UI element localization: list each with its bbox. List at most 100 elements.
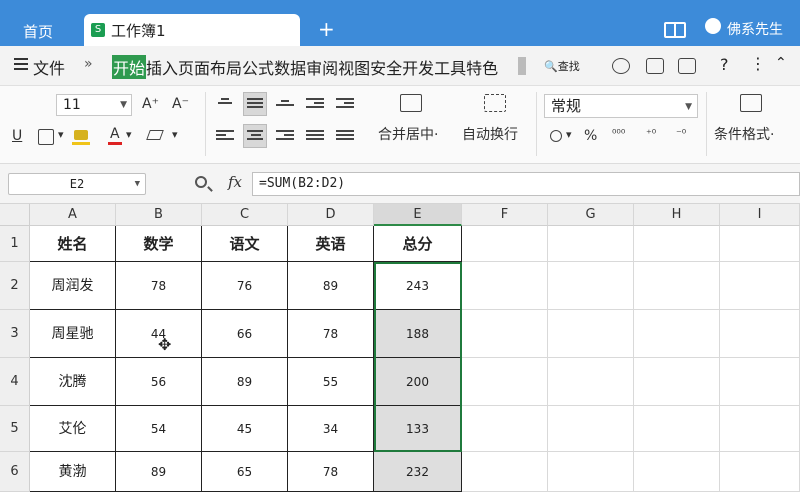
table-cell[interactable]: 78: [288, 452, 374, 492]
name-box[interactable]: E2 ▼: [8, 173, 146, 195]
table-header-cell[interactable]: 英语: [288, 226, 374, 262]
row-header-2[interactable]: 2: [0, 262, 30, 310]
thousands-icon[interactable]: ⁰⁰⁰: [612, 127, 625, 140]
tab-insert[interactable]: 插入: [146, 55, 178, 79]
table-cell[interactable]: 55: [288, 358, 374, 406]
empty-cell[interactable]: [548, 452, 634, 492]
export-icon[interactable]: [678, 58, 696, 74]
select-all-corner[interactable]: [0, 204, 30, 226]
tab-home[interactable]: 首页: [6, 18, 70, 46]
empty-cell[interactable]: [634, 262, 720, 310]
avatar[interactable]: [705, 18, 721, 34]
eraser-icon[interactable]: [146, 130, 164, 140]
align-center-icon[interactable]: [243, 124, 267, 148]
column-header-i[interactable]: I: [720, 204, 800, 226]
column-header-g[interactable]: G: [548, 204, 634, 226]
empty-cell[interactable]: [548, 310, 634, 358]
table-cell[interactable]: 89: [116, 452, 202, 492]
align-middle-icon[interactable]: [243, 92, 267, 116]
table-cell[interactable]: 54: [116, 406, 202, 452]
tab-workbook[interactable]: S 工作簿1: [84, 14, 300, 46]
indent-increase-icon[interactable]: [336, 96, 354, 112]
row-header-1[interactable]: 1: [0, 226, 30, 262]
table-cell[interactable]: 133: [374, 406, 462, 452]
column-header-e[interactable]: E: [374, 204, 462, 226]
insert-function-button[interactable]: fx: [228, 173, 242, 191]
tab-features[interactable]: 特色: [466, 55, 498, 79]
table-cell[interactable]: 黄渤: [30, 452, 116, 492]
empty-cell[interactable]: [720, 452, 800, 492]
empty-cell[interactable]: [634, 226, 720, 262]
table-cell[interactable]: 78: [288, 310, 374, 358]
empty-cell[interactable]: [462, 262, 548, 310]
empty-cell[interactable]: [462, 452, 548, 492]
empty-cell[interactable]: [720, 226, 800, 262]
table-cell[interactable]: 188: [374, 310, 462, 358]
tab-page-layout[interactable]: 页面布局: [178, 55, 242, 79]
border-icon[interactable]: [38, 129, 54, 145]
table-cell[interactable]: 56: [116, 358, 202, 406]
more-options-icon[interactable]: ⋮: [750, 54, 766, 73]
table-cell[interactable]: 65: [202, 452, 288, 492]
empty-cell[interactable]: [720, 262, 800, 310]
empty-cell[interactable]: [634, 358, 720, 406]
tab-start[interactable]: 开始: [112, 55, 147, 79]
user-name[interactable]: 佛系先生: [727, 19, 783, 39]
table-cell[interactable]: 66: [202, 310, 288, 358]
indent-decrease-icon[interactable]: [306, 96, 324, 112]
align-bottom-icon[interactable]: [276, 98, 294, 114]
empty-cell[interactable]: [462, 310, 548, 358]
table-header-cell[interactable]: 姓名: [30, 226, 116, 262]
table-cell[interactable]: 243: [374, 262, 462, 310]
empty-cell[interactable]: [462, 226, 548, 262]
table-cell[interactable]: 232: [374, 452, 462, 492]
row-header-5[interactable]: 5: [0, 406, 30, 452]
wrap-text-icon[interactable]: [484, 94, 506, 112]
empty-cell[interactable]: [462, 406, 548, 452]
column-header-f[interactable]: F: [462, 204, 548, 226]
table-cell[interactable]: 艾伦: [30, 406, 116, 452]
decrease-decimal-icon[interactable]: ⁻⁰: [676, 127, 686, 140]
cloud-icon[interactable]: [612, 58, 630, 74]
empty-cell[interactable]: [548, 226, 634, 262]
collapse-ribbon-icon[interactable]: ⌃: [775, 55, 787, 71]
empty-cell[interactable]: [720, 358, 800, 406]
justify-icon[interactable]: [306, 128, 324, 144]
table-header-cell[interactable]: 语文: [202, 226, 288, 262]
row-header-4[interactable]: 4: [0, 358, 30, 406]
empty-cell[interactable]: [720, 310, 800, 358]
tabs-overflow[interactable]: [518, 57, 526, 75]
font-shrink-button[interactable]: A⁻: [172, 96, 189, 112]
zoom-icon[interactable]: [195, 176, 207, 188]
column-header-d[interactable]: D: [288, 204, 374, 226]
empty-cell[interactable]: [634, 310, 720, 358]
table-cell[interactable]: 周润发: [30, 262, 116, 310]
align-right-icon[interactable]: [276, 128, 294, 144]
merge-center-button[interactable]: 合并居中·: [378, 124, 438, 144]
conditional-format-button[interactable]: 条件格式·: [714, 124, 774, 144]
increase-decimal-icon[interactable]: ⁺⁰: [646, 127, 656, 140]
tab-security[interactable]: 安全: [370, 55, 402, 79]
clear-dropdown-icon[interactable]: ▾: [172, 128, 178, 141]
search-button[interactable]: 🔍查找: [544, 58, 580, 74]
share-icon[interactable]: [646, 58, 664, 74]
table-cell[interactable]: 76: [202, 262, 288, 310]
tab-formulas[interactable]: 公式: [242, 55, 274, 79]
table-cell[interactable]: 78: [116, 262, 202, 310]
font-size-select[interactable]: 11 ▼: [56, 94, 132, 116]
table-cell[interactable]: 200: [374, 358, 462, 406]
empty-cell[interactable]: [634, 452, 720, 492]
align-top-icon[interactable]: [216, 96, 234, 112]
table-header-cell[interactable]: 数学: [116, 226, 202, 262]
help-button[interactable]: ?: [720, 55, 729, 74]
column-header-b[interactable]: B: [116, 204, 202, 226]
empty-cell[interactable]: [720, 406, 800, 452]
table-cell[interactable]: 周星驰: [30, 310, 116, 358]
formula-input[interactable]: =SUM(B2:D2): [252, 172, 800, 196]
tab-data[interactable]: 数据: [274, 55, 306, 79]
fill-color-icon[interactable]: [74, 130, 88, 140]
table-header-cell[interactable]: 总分: [374, 226, 462, 262]
table-cell[interactable]: 34: [288, 406, 374, 452]
border-dropdown-icon[interactable]: ▾: [58, 128, 64, 141]
currency-dropdown-icon[interactable]: ▾: [566, 128, 572, 141]
